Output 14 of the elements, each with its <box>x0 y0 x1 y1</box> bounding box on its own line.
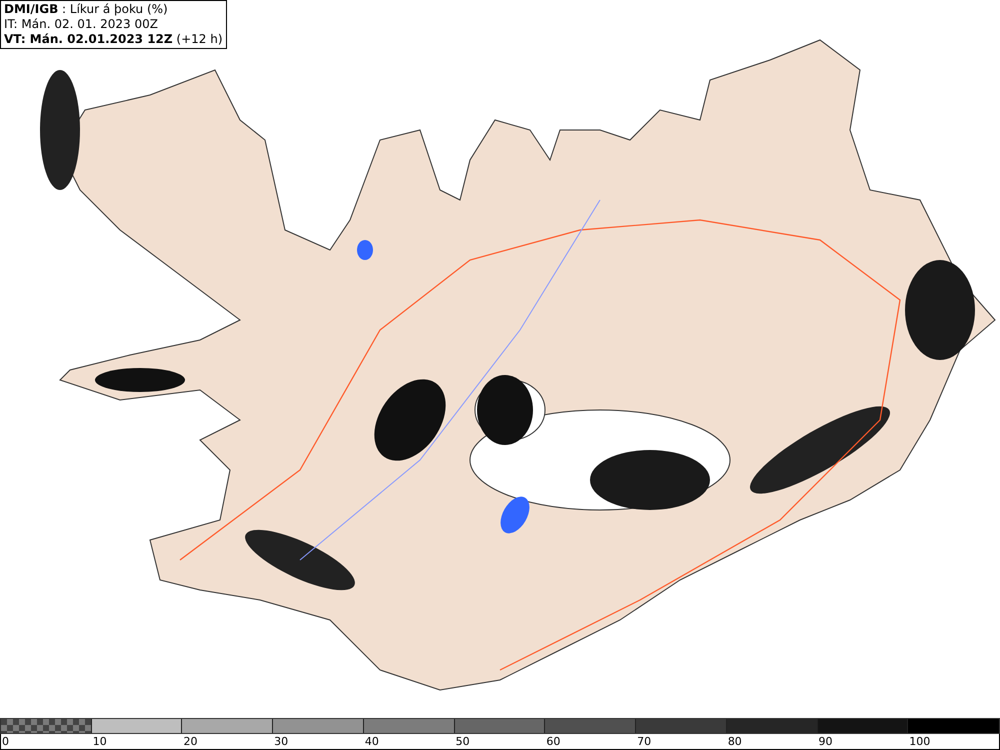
legend-label: 40 <box>364 734 379 749</box>
legend-label: 90 <box>818 734 833 749</box>
legend-label: 0 <box>1 734 9 749</box>
info-line: DMI/IGB : Líkur á þoku (%) <box>4 2 169 17</box>
legend-label: 20 <box>182 734 198 749</box>
legend-label: 70 <box>636 734 652 749</box>
legend-label: 100 <box>908 734 930 749</box>
info-line: VT: Mán. 02.01.2023 12Z (+12 h) <box>4 32 223 47</box>
legend-label: 10 <box>92 734 107 749</box>
legend-label: 60 <box>545 734 560 749</box>
info-line: IT: Mán. 02. 01. 2023 00Z <box>4 17 159 32</box>
legend-label: 50 <box>454 734 470 749</box>
legend-label: 80 <box>726 734 742 749</box>
legend-label: 30 <box>273 734 288 749</box>
